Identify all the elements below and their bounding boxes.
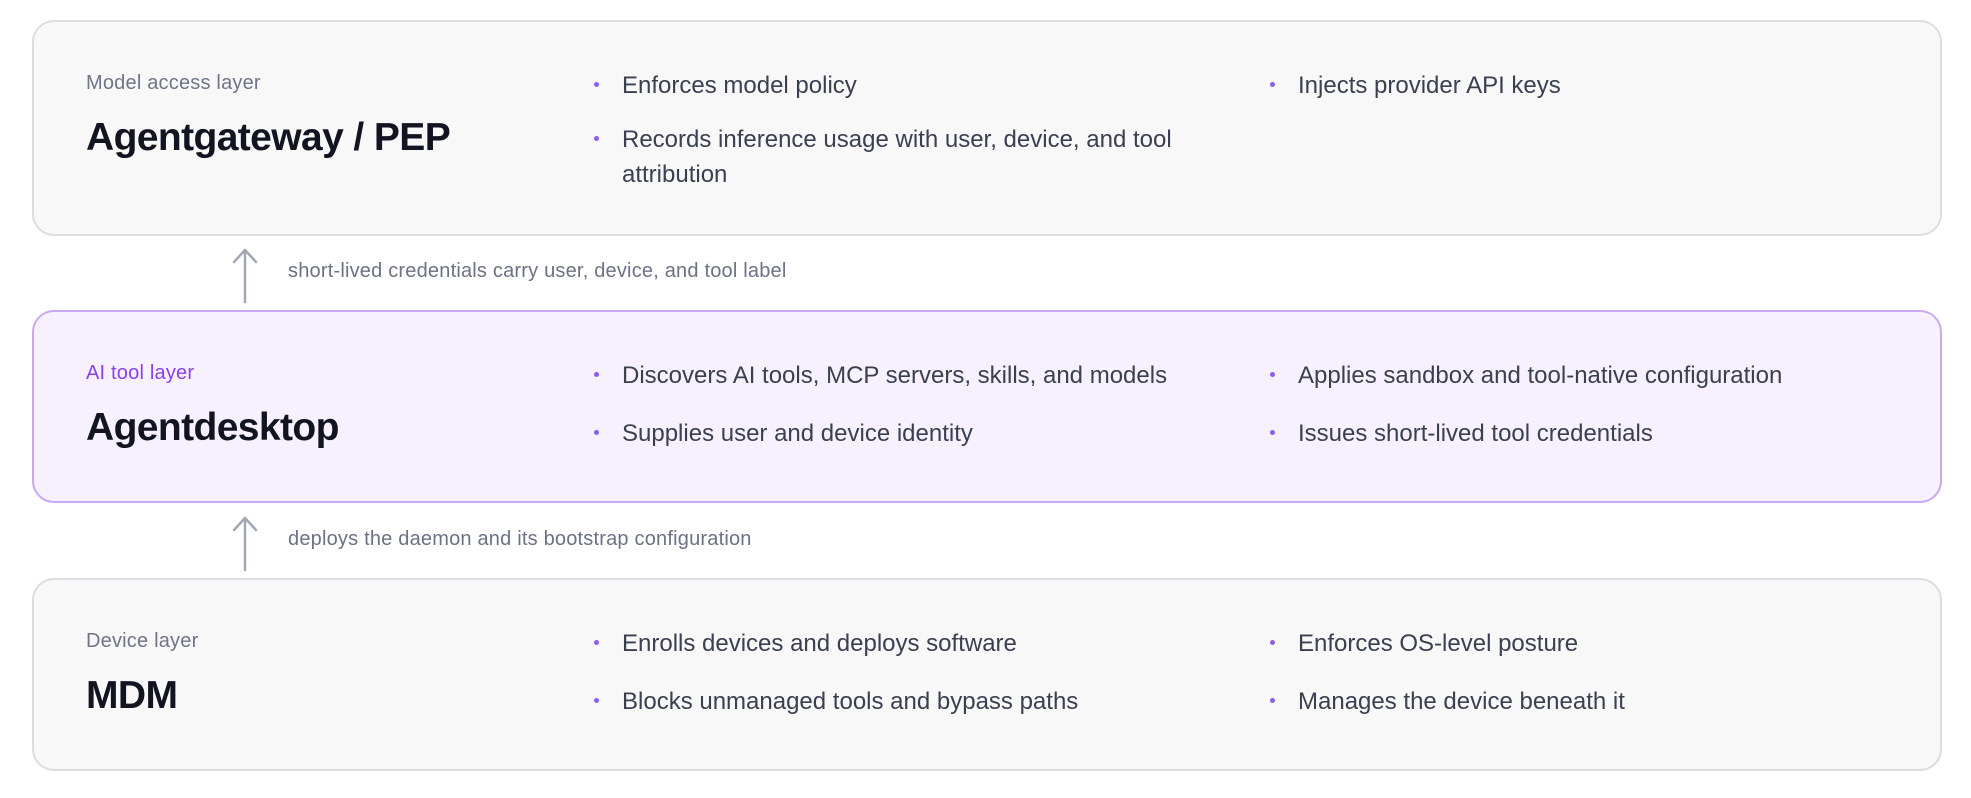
- bullet-dot-icon: [594, 698, 599, 703]
- layer-title: Agentdesktop: [86, 406, 339, 449]
- bullet-text: Enrolls devices and deploys software: [622, 630, 1017, 657]
- bullet-item: Records inference usage with user, devic…: [594, 122, 1214, 192]
- bullet-dot-icon: [1270, 372, 1275, 377]
- bullet-text: Manages the device beneath it: [1298, 688, 1625, 715]
- model-access-layer-card: Model access layer Agentgateway / PEP En…: [32, 20, 1942, 236]
- layer-eyebrow: Device layer: [86, 630, 199, 652]
- connector-tool-to-model: short-lived credentials carry user, devi…: [230, 240, 1130, 304]
- arrow-up-icon: [232, 248, 258, 304]
- connector-label: short-lived credentials carry user, devi…: [288, 260, 787, 282]
- connector-device-to-tool: deploys the daemon and its bootstrap con…: [230, 508, 1130, 572]
- layer-eyebrow: AI tool layer: [86, 362, 195, 384]
- bullet-text: Blocks unmanaged tools and bypass paths: [622, 688, 1079, 715]
- connector-label: deploys the daemon and its bootstrap con…: [288, 528, 752, 550]
- bullet-item: Manages the device beneath it: [1270, 684, 1910, 719]
- bullet-text: Enforces model policy: [622, 72, 857, 99]
- layer-title: Agentgateway / PEP: [86, 116, 451, 159]
- layer-title: MDM: [86, 674, 178, 717]
- ai-tool-layer-card: AI tool layer Agentdesktop Discovers AI …: [32, 310, 1942, 503]
- bullet-dot-icon: [1270, 640, 1275, 645]
- bullet-item: Enrolls devices and deploys software: [594, 626, 1294, 661]
- device-layer-card: Device layer MDM Enrolls devices and dep…: [32, 578, 1942, 771]
- bullet-item: Supplies user and device identity: [594, 416, 1294, 451]
- bullet-item: Issues short-lived tool credentials: [1270, 416, 1910, 451]
- bullet-item: Applies sandbox and tool-native configur…: [1270, 358, 1910, 393]
- bullet-text: Applies sandbox and tool-native configur…: [1298, 362, 1783, 389]
- bullet-item: Injects provider API keys: [1270, 68, 1910, 103]
- bullet-text: Enforces OS-level posture: [1298, 630, 1579, 657]
- bullet-dot-icon: [594, 136, 599, 141]
- bullet-dot-icon: [1270, 698, 1275, 703]
- bullet-dot-icon: [594, 82, 599, 87]
- bullet-item: Blocks unmanaged tools and bypass paths: [594, 684, 1294, 719]
- layer-eyebrow: Model access layer: [86, 72, 261, 94]
- bullet-text: Records inference usage with user, devic…: [622, 126, 1172, 188]
- bullet-text: Discovers AI tools, MCP servers, skills,…: [622, 362, 1168, 389]
- bullet-item: Discovers AI tools, MCP servers, skills,…: [594, 358, 1294, 393]
- bullet-dot-icon: [1270, 82, 1275, 87]
- bullet-item: Enforces model policy: [594, 68, 1294, 103]
- bullet-text: Supplies user and device identity: [622, 420, 973, 447]
- bullet-text: Injects provider API keys: [1298, 72, 1561, 99]
- bullet-dot-icon: [594, 372, 599, 377]
- bullet-text: Issues short-lived tool credentials: [1298, 420, 1653, 447]
- bullet-item: Enforces OS-level posture: [1270, 626, 1910, 661]
- bullet-dot-icon: [594, 640, 599, 645]
- bullet-dot-icon: [1270, 430, 1275, 435]
- arrow-up-icon: [232, 516, 258, 572]
- bullet-dot-icon: [594, 430, 599, 435]
